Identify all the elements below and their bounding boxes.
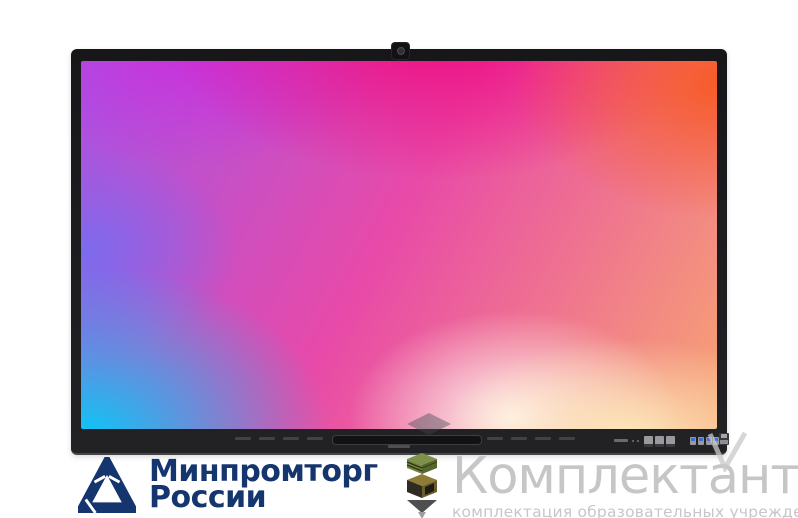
- card-slot-icon: [614, 439, 628, 442]
- webcam-icon: [391, 42, 410, 60]
- komplektant-subtitle: комплектация образовательных учреждений: [452, 503, 798, 518]
- usb-port-icon: [698, 437, 704, 445]
- brand-mark: [388, 445, 410, 448]
- book-stack-cube-arrow-icon: [404, 453, 440, 518]
- watermark-check-icon: [706, 432, 748, 472]
- camera-lens-icon: [397, 47, 405, 55]
- watermark-diamond-icon: [407, 413, 451, 435]
- hdmi-port-icon: [644, 436, 653, 447]
- minpromtorg-text: Минпромторг России: [149, 457, 378, 511]
- speaker-grille-right: [487, 437, 575, 440]
- led-dot: [637, 440, 639, 442]
- speaker-grille-left: [235, 437, 323, 440]
- minpromtorg-logo: Минпромторг России: [78, 457, 378, 513]
- minpromtorg-triangle-icon: [78, 457, 136, 513]
- hdmi-port-icon: [655, 436, 664, 447]
- led-dot: [632, 440, 634, 442]
- product-photo: Комплектант комплектация образовательных…: [0, 0, 798, 518]
- hdmi-port-icon: [666, 436, 675, 447]
- usb-port-icon: [690, 437, 696, 445]
- display-panel: [71, 49, 727, 455]
- pen-tray: [332, 435, 482, 445]
- display-screen: [81, 61, 717, 429]
